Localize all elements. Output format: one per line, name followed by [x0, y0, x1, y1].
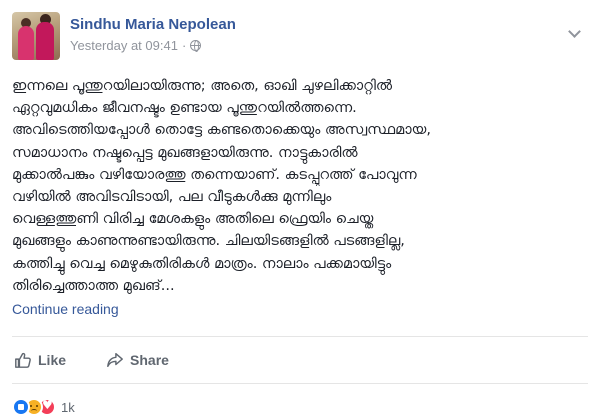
- reactions-summary[interactable]: 1k: [12, 398, 75, 416]
- post-body-line: തിരിച്ചെത്താത്ത മുഖങ്...: [12, 277, 175, 294]
- share-label: Share: [130, 352, 169, 368]
- post-meta: Sindhu Maria Nepolean Yesterday at 09:41…: [70, 12, 236, 62]
- post-body-line: ഏറ്റവുമധികം ജീവനഷ്ടം ഉണ്ടായ പൂന്തുറയിൽത്…: [12, 100, 357, 117]
- post-body-line: മുഖങ്ങളും കാണുന്നുണ്ടായിരുന്നു. ചിലയിടങ്…: [12, 233, 405, 250]
- post-timestamp[interactable]: Yesterday at 09:41: [70, 38, 178, 53]
- post-subline: Yesterday at 09:41 ·: [70, 38, 236, 53]
- author-name[interactable]: Sindhu Maria Nepolean: [70, 15, 236, 34]
- post-body-line: വെള്ളത്തുണി വിരിച്ച മേശകളും അതിലെ ഫ്രെയി…: [12, 211, 374, 228]
- like-button[interactable]: Like: [14, 351, 66, 369]
- share-arrow-icon: [107, 352, 123, 368]
- avatar[interactable]: [12, 12, 60, 60]
- continue-reading-link[interactable]: Continue reading: [12, 301, 119, 317]
- share-button[interactable]: Share: [106, 351, 169, 369]
- reaction-count[interactable]: 1k: [61, 400, 75, 415]
- post-body-line: ഇന്നലെ പൂന്തുറയിലായിരുന്നു; അതെ, ഓഖി ചുഴ…: [12, 78, 393, 94]
- like-reaction-icon: [12, 398, 30, 416]
- action-bar: Like Share: [12, 336, 588, 384]
- like-label: Like: [38, 352, 67, 368]
- facebook-post: Sindhu Maria Nepolean Yesterday at 09:41…: [0, 0, 600, 420]
- thumbs-up-icon: [15, 352, 31, 368]
- post-body: ഇന്നലെ പൂന്തുറയിലായിരുന്നു; അതെ, ഓഖി ചുഴ…: [12, 75, 590, 297]
- post-header: Sindhu Maria Nepolean Yesterday at 09:41…: [12, 12, 236, 62]
- post-body-line: കത്തിച്ചു വെച്ച മെഴുകുതിരികൾ മാത്രം. നാല…: [12, 255, 392, 272]
- post-body-line: സമാധാനം നഷ്ടപ്പെട്ട മുഖങ്ങളായിരുന്നു. നാ…: [12, 144, 358, 161]
- post-body-line: മുക്കാൽപങ്കും വഴിയോരത്തു തന്നെയാണ്. കടപ്…: [12, 166, 417, 183]
- globe-icon[interactable]: [190, 40, 202, 52]
- separator-dot: ·: [181, 38, 187, 53]
- post-body-line: അവിടെത്തിയപ്പോൾ തൊട്ടേ കണ്ടതൊക്കെയും അസ്…: [12, 122, 431, 139]
- chevron-down-icon[interactable]: [566, 26, 582, 40]
- post-body-line: വഴിയിൽ അവിടവിടായി, പല വീടുകൾക്കു മുന്നില…: [12, 189, 332, 206]
